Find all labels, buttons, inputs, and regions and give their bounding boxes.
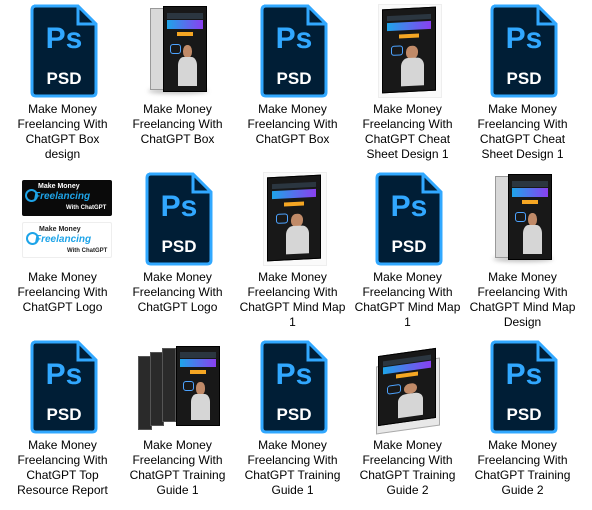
file-item[interactable]: Ps PSD Make Money Freelancing With ChatGPT… [235, 338, 350, 506]
file-name-label: Make Money Freelancing With ChatGPT Box … [17, 102, 108, 161]
cover-art [382, 6, 436, 94]
file-name-label: Make Money Freelancing With ChatGPT Trai… [129, 438, 226, 497]
logo-line-1: Make Money [39, 226, 81, 233]
ebook-cover-image [235, 170, 350, 267]
file-name-label: Make Money Freelancing With ChatGPT Box [132, 102, 223, 146]
file-item[interactable]: Make Money Freelancing With ChatGPT Mind… [235, 170, 350, 338]
logo-line-1: Make Money [38, 183, 80, 190]
psd-file-icon: Ps PSD [490, 340, 558, 434]
psd-caption: PSD [47, 69, 82, 88]
file-name-label: Make Money Freelancing With ChatGPT Trai… [359, 438, 456, 497]
file-item[interactable]: Make Money Freelancing With ChatGPT Box [120, 2, 235, 170]
cover-art [163, 6, 207, 92]
cover-art [378, 347, 436, 427]
psd-caption: PSD [507, 69, 542, 88]
ps-glyph: Ps [276, 358, 313, 391]
ps-glyph: Ps [46, 22, 83, 55]
file-item[interactable]: Make Money Freelancing With ChatGPT Make Mo… [5, 170, 120, 338]
file-item[interactable]: Ps PSD Make Money Freelancing With ChatGPT… [120, 170, 235, 338]
psd-caption: PSD [507, 405, 542, 424]
file-name-label: Make Money Freelancing With ChatGPT Logo [17, 270, 108, 314]
file-name-label: Make Money Freelancing With ChatGPT Chea… [362, 102, 453, 161]
file-name-label: Make Money Freelancing With ChatGPT Chea… [477, 102, 568, 161]
file-item[interactable]: Ps PSD Make Money Freelancing With ChatGPT… [235, 2, 350, 170]
logo-dark-variant: Make Money Freelancing With ChatGPT [22, 180, 112, 216]
psd-file-icon: Ps PSD [30, 340, 98, 434]
psd-file-icon: Ps PSD [145, 172, 213, 266]
bundle-image [120, 338, 235, 435]
file-item[interactable]: Ps PSD Make Money Freelancing With ChatGPT… [5, 2, 120, 170]
ps-glyph: Ps [506, 358, 543, 391]
file-name-label: Make Money Freelancing With ChatGPT Mind… [239, 270, 346, 329]
file-item[interactable]: Ps PSD Make Money Freelancing With ChatGPT… [350, 170, 465, 338]
psd-file-icon: Ps PSD [375, 172, 443, 266]
logo-line-2: Freelancing [35, 234, 92, 245]
file-item[interactable]: Ps PSD Make Money Freelancing With ChatGPT… [5, 338, 120, 506]
logo-line-3: With ChatGPT [67, 248, 108, 254]
psd-file-icon: Ps PSD [260, 4, 328, 98]
psd-caption: PSD [277, 405, 312, 424]
ps-glyph: Ps [506, 22, 543, 55]
cover-art [176, 346, 220, 426]
file-item[interactable]: Make Money Freelancing With ChatGPT Chea… [350, 2, 465, 170]
file-item[interactable]: Ps PSD Make Money Freelancing With ChatGPT… [465, 338, 580, 506]
file-name-label: Make Money Freelancing With ChatGPT Trai… [474, 438, 571, 497]
file-name-label: Make Money Freelancing With ChatGPT Box [247, 102, 338, 146]
psd-file-icon: Ps PSD [30, 4, 98, 98]
cover-art [267, 174, 321, 262]
file-item[interactable]: Make Money Freelancing With ChatGPT Trai… [350, 338, 465, 506]
psd-caption: PSD [392, 237, 427, 256]
file-item[interactable]: Make Money Freelancing With ChatGPT Trai… [120, 338, 235, 506]
ebook-cover-image [350, 2, 465, 99]
product-box-image [465, 170, 580, 267]
logo-line-2: Freelancing [34, 191, 91, 202]
open-book-image [350, 338, 465, 435]
psd-caption: PSD [162, 237, 197, 256]
logo-line-3: With ChatGPT [66, 205, 107, 211]
file-name-label: Make Money Freelancing With ChatGPT Top … [17, 438, 108, 497]
psd-caption: PSD [47, 405, 82, 424]
file-name-label: Make Money Freelancing With ChatGPT Trai… [244, 438, 341, 497]
ps-glyph: Ps [46, 358, 83, 391]
cover-art [508, 174, 552, 260]
file-name-label: Make Money Freelancing With ChatGPT Mind… [469, 270, 576, 329]
file-name-label: Make Money Freelancing With ChatGPT Logo [132, 270, 223, 314]
product-box-image [120, 2, 235, 99]
file-item[interactable]: Make Money Freelancing With ChatGPT Mind… [465, 170, 580, 338]
ps-glyph: Ps [276, 22, 313, 55]
ps-glyph: Ps [391, 190, 428, 223]
file-item[interactable]: Ps PSD Make Money Freelancing With ChatGPT… [465, 2, 580, 170]
psd-file-icon: Ps PSD [490, 4, 558, 98]
logo-image: Make Money Freelancing With ChatGPT Make Mo… [5, 170, 120, 267]
psd-file-icon: Ps PSD [260, 340, 328, 434]
psd-caption: PSD [277, 69, 312, 88]
logo-light-variant: Make Money Freelancing With ChatGPT [22, 222, 112, 258]
ps-glyph: Ps [161, 190, 198, 223]
file-name-label: Make Money Freelancing With ChatGPT Mind… [354, 270, 461, 329]
